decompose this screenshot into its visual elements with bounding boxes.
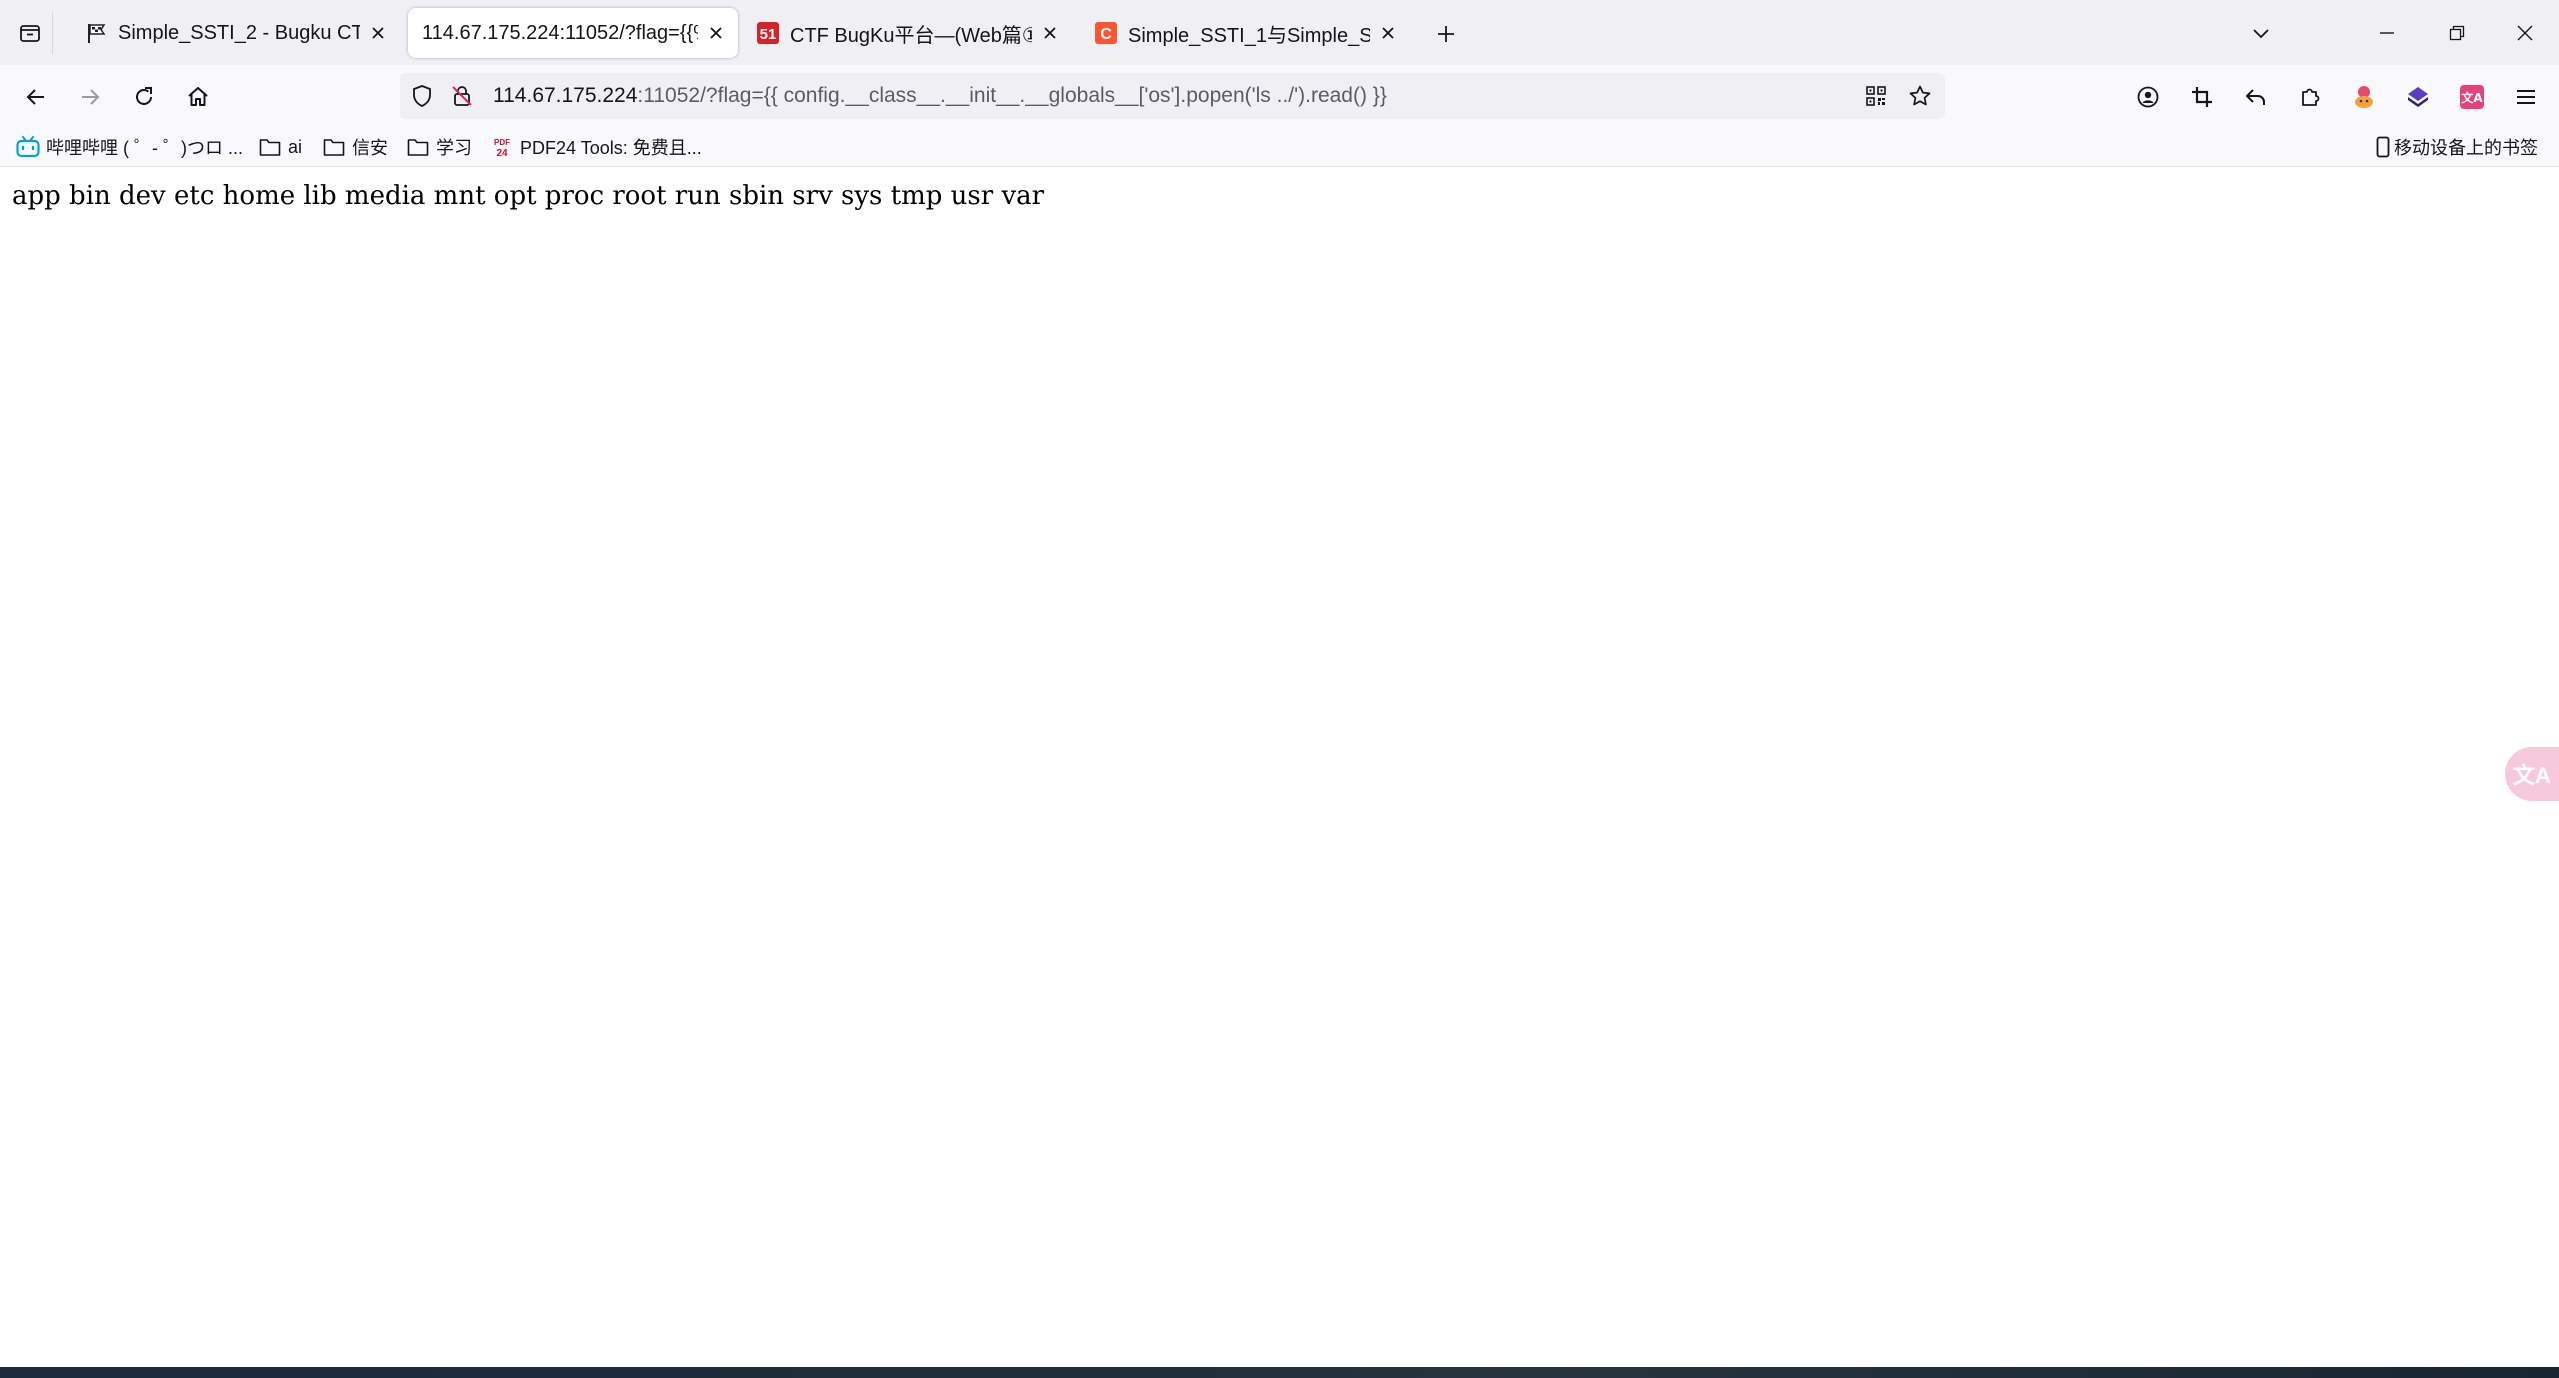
tab-simple-ssti-1[interactable]: C Simple_SSTI_1与Simple_SSTI [1080, 8, 1410, 58]
tab-strip: Simple_SSTI_2 - Bugku CTF 114.67.175.224… [0, 0, 2559, 65]
close-tab-icon[interactable] [1374, 19, 1402, 47]
minimize-button[interactable] [2364, 10, 2410, 56]
mobile-device-icon [2374, 135, 2392, 159]
account-icon [2137, 86, 2159, 108]
tab-simple-ssti-2[interactable]: Simple_SSTI_2 - Bugku CTF [70, 8, 400, 58]
url-bar[interactable]: 114.67.175.224:11052/?flag={{ config.__c… [400, 73, 1945, 119]
floating-translate-button[interactable]: 文A [2505, 747, 2559, 801]
arrow-right-icon [82, 89, 100, 105]
folder-icon [406, 135, 430, 159]
bookmark-pdf24[interactable]: PDF 24 PDF24 Tools: 免费且... [490, 128, 702, 166]
csdn-icon: C [1094, 21, 1118, 45]
home-icon [188, 87, 208, 106]
close-tab-icon[interactable] [1036, 19, 1064, 47]
bookmark-folder-ai[interactable]: ai [258, 128, 302, 166]
bookmark-label: 移动设备上的书签 [2394, 138, 2538, 158]
bookmark-label: ai [288, 136, 303, 157]
svg-text:文A: 文A [2461, 90, 2483, 105]
flag-icon [84, 21, 108, 45]
minimize-icon [2380, 32, 2394, 34]
tab-title: 114.67.175.224:11052/?flag={{% [422, 21, 698, 44]
tab-current[interactable]: 114.67.175.224:11052/?flag={{% [408, 8, 738, 58]
cat-extension-icon [2355, 86, 2373, 108]
translate-icon: 文A [2513, 763, 2551, 788]
close-icon [2517, 25, 2533, 41]
bookmark-bilibili[interactable]: 哔哩哔哩 ( ゜- ゜)つロ ... [16, 128, 243, 166]
browser-window: Simple_SSTI_2 - Bugku CTF 114.67.175.224… [0, 0, 2559, 1378]
bookmark-star-icon[interactable] [1908, 84, 1932, 108]
bookmark-label: PDF24 Tools: 免费且... [520, 138, 702, 158]
undo-close-button[interactable] [2234, 75, 2278, 119]
svg-text:24: 24 [496, 148, 508, 158]
app-menu-button[interactable] [2504, 75, 2548, 119]
url-path: :11052/?flag={{ config.__class__.__init_… [637, 84, 1387, 107]
restore-button[interactable] [2434, 10, 2480, 56]
hamburger-menu-icon [2517, 90, 2535, 104]
screenshot-button[interactable] [2180, 75, 2224, 119]
command-output: app bin dev etc home lib media mnt opt p… [12, 181, 1045, 211]
svg-text:51: 51 [760, 26, 777, 43]
account-button[interactable] [2126, 75, 2170, 119]
firefox-view-icon [20, 25, 40, 42]
tab-title: CTF BugKu平台—(Web篇①) [790, 24, 1032, 47]
folder-icon [322, 135, 346, 159]
extension-cat-button[interactable] [2342, 75, 2386, 119]
arrow-left-icon [26, 89, 44, 105]
navigation-toolbar: 114.67.175.224:11052/?flag={{ config.__c… [0, 65, 2559, 128]
chevron-down-icon [2253, 29, 2269, 39]
tracking-protection-shield-icon[interactable] [410, 84, 434, 108]
translate-icon: 文A [2460, 85, 2484, 109]
extension-cube-button[interactable] [2396, 75, 2440, 119]
close-tab-icon[interactable] [702, 19, 730, 47]
insecure-lock-icon[interactable] [450, 84, 474, 108]
bilibili-icon [16, 135, 40, 159]
undo-icon [2245, 89, 2265, 105]
bookmark-label: 信安 [352, 138, 388, 158]
url-host: 114.67.175.224 [493, 84, 638, 107]
svg-text:C: C [1100, 26, 1112, 43]
mobile-bookmarks[interactable]: 移动设备上的书签 [2374, 128, 2538, 166]
close-window-button[interactable] [2502, 10, 2548, 56]
restore-icon [2449, 25, 2465, 41]
cube-extension-icon [2408, 87, 2428, 107]
svg-text:PDF: PDF [494, 138, 510, 147]
extensions-button[interactable] [2288, 75, 2332, 119]
new-tab-button[interactable] [1428, 16, 1464, 52]
puzzle-icon [2302, 88, 2320, 106]
qr-code-icon[interactable] [1864, 84, 1888, 108]
bookmarks-toolbar: 哔哩哔哩 ( ゜- ゜)つロ ... ai 信安 学习 PDF 24 PDF24… [0, 128, 2559, 167]
bookmark-label: 哔哩哔哩 ( ゜- ゜)つロ ... [46, 138, 243, 158]
tab-title: Simple_SSTI_1与Simple_SSTI [1128, 24, 1370, 47]
bookmark-label: 学习 [436, 138, 472, 158]
forward-button[interactable] [68, 75, 112, 119]
close-tab-icon[interactable] [364, 19, 392, 47]
home-button[interactable] [176, 75, 220, 119]
reload-icon [136, 87, 152, 105]
51cto-icon: 51 [756, 21, 780, 45]
tab-title: Simple_SSTI_2 - Bugku CTF [118, 21, 360, 44]
pdf24-icon: PDF 24 [490, 135, 514, 159]
list-all-tabs-button[interactable] [2238, 10, 2284, 56]
folder-icon [258, 135, 282, 159]
page-content: app bin dev etc home lib media mnt opt p… [0, 167, 2559, 1367]
translate-extension-button[interactable]: 文A [2450, 75, 2494, 119]
plus-icon [1438, 26, 1454, 42]
bookmark-folder-xuexi[interactable]: 学习 [406, 128, 472, 166]
back-button[interactable] [14, 75, 58, 119]
bookmark-folder-xinan[interactable]: 信安 [322, 128, 388, 166]
taskbar-edge [0, 1367, 2559, 1378]
crop-icon [2192, 87, 2212, 107]
reload-button[interactable] [122, 75, 166, 119]
tab-bugku-web[interactable]: 51 CTF BugKu平台—(Web篇①) [742, 8, 1072, 58]
firefox-view-button[interactable] [8, 12, 53, 54]
url-text[interactable]: 114.67.175.224:11052/?flag={{ config.__c… [493, 73, 1387, 119]
